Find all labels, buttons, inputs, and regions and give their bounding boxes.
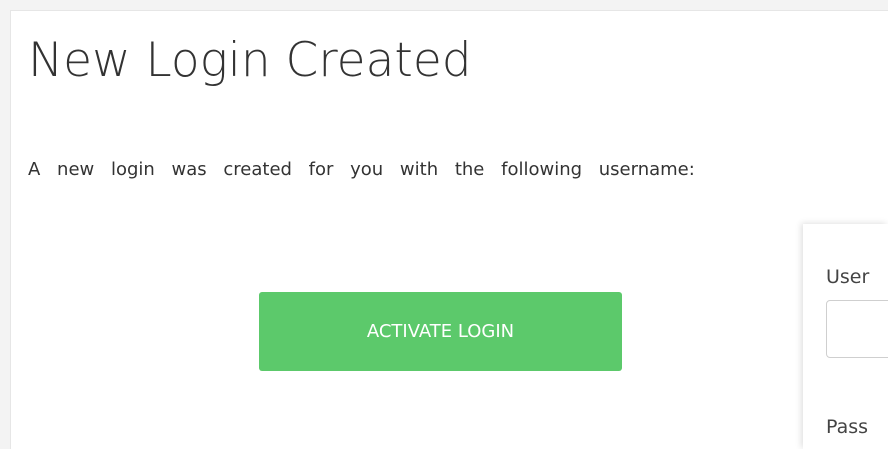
username-label: User bbox=[826, 266, 870, 288]
page-title: New Login Created bbox=[28, 33, 472, 88]
activate-login-button[interactable]: ACTIVATE LOGIN bbox=[259, 292, 622, 371]
password-label: Pass bbox=[826, 416, 869, 438]
username-input[interactable] bbox=[826, 300, 888, 358]
content-card: New Login Created A new login was create… bbox=[10, 10, 888, 449]
login-message: A new login was created for you with the… bbox=[28, 159, 695, 180]
login-form-panel: User Pass bbox=[803, 224, 888, 449]
